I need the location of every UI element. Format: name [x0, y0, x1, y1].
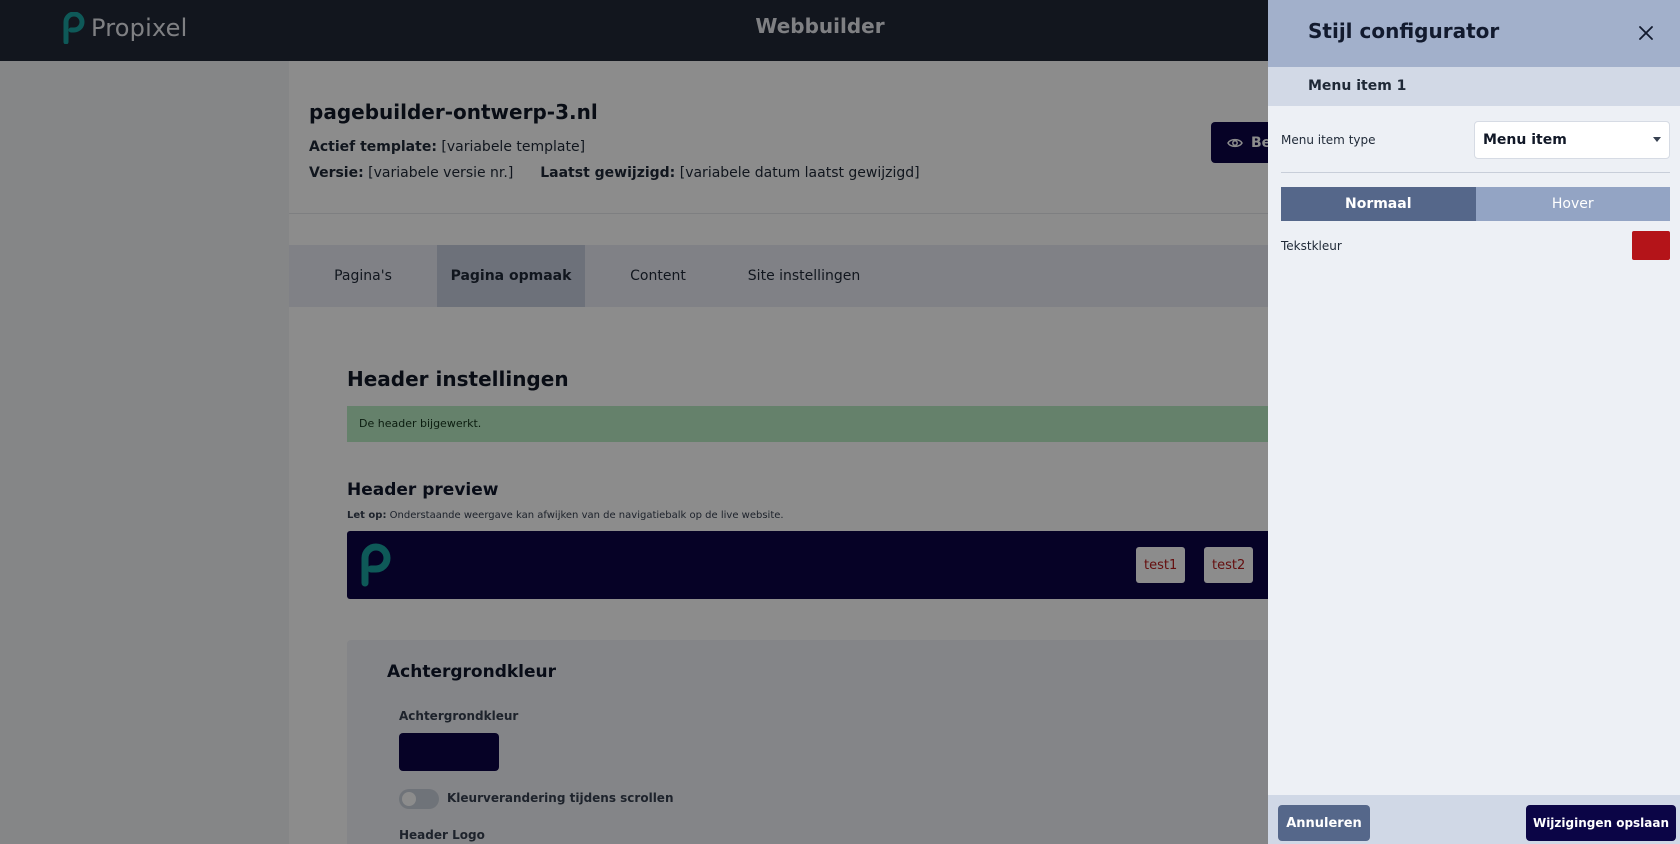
- state-switch: Normaal Hover: [1281, 187, 1670, 221]
- state-hover-button[interactable]: Hover: [1475, 187, 1670, 221]
- save-changes-button[interactable]: Wijzigingen opslaan: [1526, 805, 1676, 841]
- cancel-button[interactable]: Annuleren: [1278, 805, 1370, 841]
- close-icon: [1639, 26, 1653, 40]
- style-configurator-panel: Stijl configurator Menu item 1 Menu item…: [1268, 0, 1680, 844]
- modal-backdrop[interactable]: [0, 0, 1268, 844]
- close-button[interactable]: [1631, 18, 1661, 48]
- chevron-down-icon: [1653, 137, 1661, 142]
- menu-item-name: Menu item 1: [1308, 78, 1407, 94]
- state-normal-button[interactable]: Normaal: [1281, 187, 1476, 221]
- text-color-label: Tekstkleur: [1281, 239, 1342, 253]
- menu-item-type-label: Menu item type: [1281, 133, 1376, 147]
- panel-footer: Annuleren Wijzigingen opslaan: [1268, 795, 1680, 844]
- panel-subheader: Menu item 1: [1268, 67, 1680, 106]
- divider: [1281, 172, 1670, 173]
- panel-title: Stijl configurator: [1308, 19, 1500, 43]
- menu-item-type-select[interactable]: Menu item: [1474, 121, 1670, 159]
- panel-header: Stijl configurator: [1268, 0, 1680, 67]
- menu-item-type-value: Menu item: [1483, 132, 1567, 148]
- text-color-swatch[interactable]: [1632, 231, 1670, 260]
